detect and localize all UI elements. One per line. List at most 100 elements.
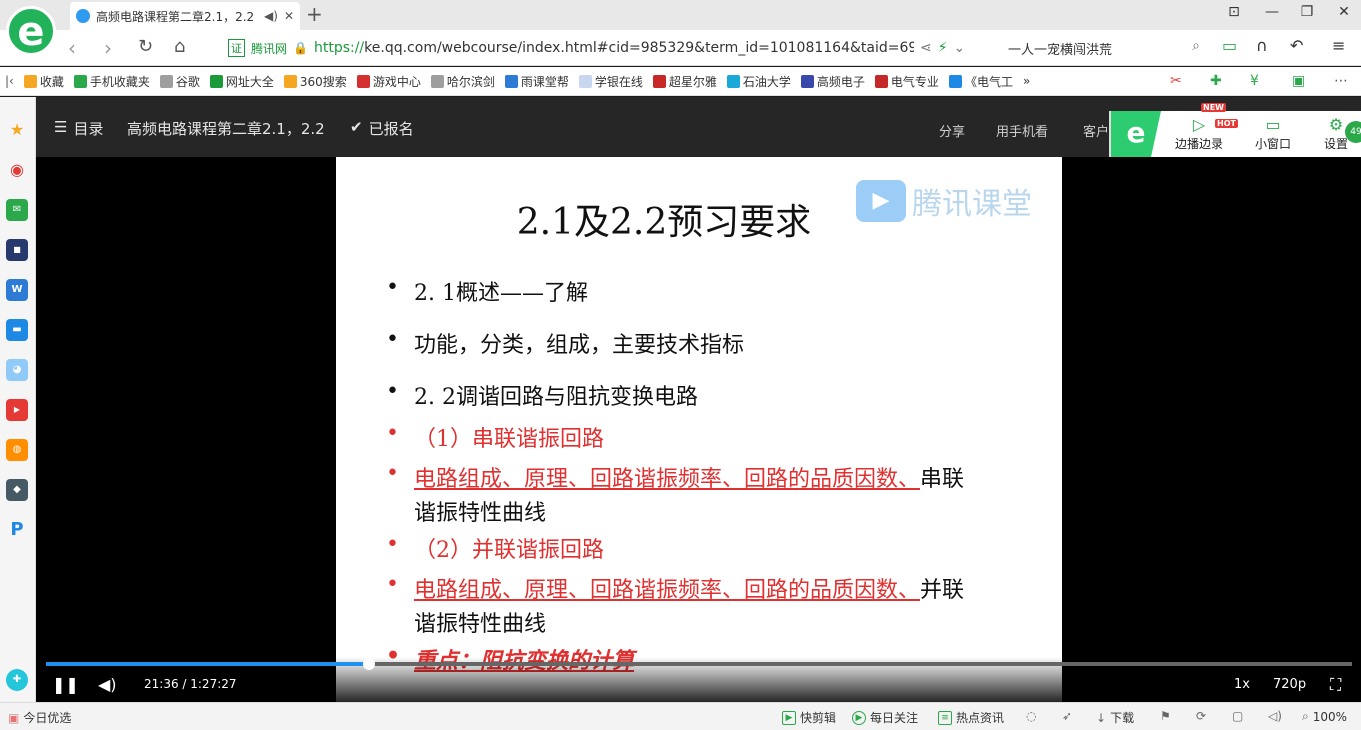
bookmark-label: 学银在线 (594, 74, 643, 89)
tab-close-button[interactable]: ✕ (284, 9, 294, 23)
daily-picks[interactable]: ▣ 今日优选 (8, 709, 71, 726)
share-icon[interactable]: ⋖ (920, 40, 932, 56)
mail-icon[interactable]: ✉ (6, 199, 28, 221)
back-icon[interactable]: ‹ (68, 36, 76, 60)
browser-logo-icon[interactable]: e (6, 6, 56, 56)
chat-icon[interactable]: ▬ (6, 319, 28, 341)
refresh-icon[interactable]: ⟳ (1196, 709, 1206, 723)
flag-icon[interactable]: ⚑ (1160, 709, 1171, 723)
reload-icon[interactable]: ↻ (138, 36, 153, 57)
mobile-watch-link[interactable]: 用手机看 (996, 121, 1048, 140)
address-bar: ‹ › ↻ ⌂ 证 腾讯网 🔒 https://ke.qq.com/webcou… (0, 30, 1361, 66)
bookmark-label: 石油大学 (742, 74, 791, 89)
zoom-control[interactable]: ⌕ 100% (1302, 709, 1347, 724)
pin-icon[interactable]: ⊡ (1224, 4, 1244, 20)
document-icon[interactable]: W (6, 279, 28, 301)
hot-news-button[interactable]: ≡ 热点资讯 (938, 709, 1004, 726)
course-title: 高频电路课程第二章2.1，2.2 (127, 120, 325, 138)
close-window-button[interactable]: ✕ (1334, 4, 1354, 20)
lightning-icon[interactable]: ⚡ (938, 40, 948, 56)
global-web-icon[interactable]: ■ (6, 239, 28, 261)
bookmark-item[interactable]: 游戏中心 (352, 73, 426, 90)
cert-badge: 证 (228, 39, 245, 57)
catalog-button[interactable]: ☰ 目录 (54, 118, 103, 139)
volume-icon[interactable]: ◀) (98, 675, 117, 694)
battery-icon[interactable]: ▭ (1222, 36, 1237, 55)
bookmark-item[interactable]: 网址大全 (205, 73, 279, 90)
bookmark-item[interactable]: 收藏 (19, 73, 69, 90)
minimize-button[interactable]: — (1262, 4, 1282, 20)
bookmark-item[interactable]: 手机收藏夹 (69, 73, 155, 90)
game-avatar-icon[interactable]: ◕ (6, 359, 28, 381)
bookmark-item[interactable]: 雨课堂帮 (500, 73, 574, 90)
progress-handle[interactable] (363, 658, 375, 670)
bookmarks-collapse-icon[interactable]: |‹ (0, 74, 19, 88)
window-icon[interactable]: ▢ (1232, 709, 1243, 723)
fullscreen-icon[interactable]: ⛶ (1330, 675, 1341, 695)
home-icon[interactable]: ⌂ (174, 36, 185, 57)
forward-icon[interactable]: › (104, 36, 112, 60)
game-icon[interactable]: ◍ (6, 439, 28, 461)
bookmark-item[interactable]: 电气专业 (870, 73, 944, 90)
browser-tab[interactable]: 高频电路课程第二章2.1，2.2 ◀) ✕ (70, 2, 300, 30)
daily-follow-icon: ▶ (852, 710, 866, 725)
new-badge: NEW (1201, 103, 1226, 112)
scissors-icon[interactable]: ✂ (1170, 73, 1182, 89)
bookmark-icon (283, 74, 297, 88)
chevron-down-icon[interactable]: ⌄ (954, 40, 966, 56)
extension-icon[interactable]: ✚ (1210, 73, 1222, 89)
add-app-icon[interactable]: ✚ (6, 669, 28, 691)
client-link[interactable]: 客户 (1083, 121, 1109, 140)
bookmarks-more-button[interactable]: » (1018, 74, 1035, 88)
restore-button[interactable]: ❐ (1297, 4, 1317, 20)
bookmark-item[interactable]: 超星尔雅 (648, 73, 722, 90)
undo-icon[interactable]: ↶ (1290, 36, 1303, 55)
favorites-icon[interactable]: ★ (6, 119, 28, 141)
speaker-icon[interactable]: ◀) (264, 9, 278, 23)
mini-window-button[interactable]: ▭ 小窗口 (1251, 115, 1295, 152)
new-tab-button[interactable]: + (306, 2, 323, 26)
counter-badge: 49 (1345, 121, 1361, 143)
more-icon[interactable]: ⋯ (1334, 73, 1348, 89)
bookmark-item[interactable]: 谷歌 (155, 73, 205, 90)
bookmark-item[interactable]: 高频电子 (796, 73, 870, 90)
bookmark-item[interactable]: 《电气工 (944, 73, 1018, 90)
bookmark-label: 收藏 (39, 74, 64, 89)
record-while-playing-button[interactable]: ▷ 边播边录 HOT NEW (1171, 103, 1238, 152)
search-icon[interactable]: ⌕ (1192, 38, 1200, 54)
bookmark-label: 雨课堂帮 (520, 74, 569, 89)
sound-icon[interactable]: ◁) (1268, 709, 1282, 723)
gamepad-icon[interactable]: ▣ (1292, 73, 1305, 89)
coin-icon[interactable]: ¥ (1250, 73, 1259, 89)
bookmark-item[interactable]: 学银在线 (574, 73, 648, 90)
url-field[interactable]: 证 腾讯网 🔒 https://ke.qq.com/webcourse/inde… (228, 35, 998, 61)
url-text: https://ke.qq.com/webcourse/index.html#c… (313, 40, 914, 56)
rocket-icon[interactable]: ➶ (1062, 709, 1072, 723)
bookmark-item[interactable]: 哈尔滨剑 (426, 73, 500, 90)
menu-icon[interactable]: ≡ (1332, 36, 1345, 55)
hot-badge: HOT (1215, 119, 1238, 128)
share-link[interactable]: 分享 (939, 121, 965, 140)
speed-up-icon[interactable]: ◌ (1026, 709, 1036, 723)
search-input[interactable]: 一人一宠横闯洪荒 ⌕ (1008, 36, 1204, 60)
search-value: 一人一宠横闯洪荒 (1008, 42, 1113, 58)
watermark: ▶ 腾讯课堂 (856, 179, 1032, 223)
speed-button[interactable]: 1x (1234, 677, 1250, 692)
quality-button[interactable]: 720p (1273, 677, 1306, 692)
video-app-icon[interactable]: ▶ (6, 399, 28, 421)
weibo-icon[interactable]: ◉ (6, 159, 28, 181)
bookmark-item[interactable]: 360搜索 (279, 73, 352, 90)
headphones-icon[interactable]: ∩ (1256, 36, 1268, 55)
video-player[interactable]: 2.1及2.2预习要求 ▶ 腾讯课堂 • 2. 1概述——了解 • 功能，分类，组成… (36, 157, 1361, 702)
p-app-icon[interactable]: P (6, 519, 28, 541)
bookmark-icon (356, 74, 370, 88)
bookmark-item[interactable]: 石油大学 (722, 73, 796, 90)
download-button[interactable]: ↓ 下载 (1096, 709, 1134, 726)
bookmark-label: 超星尔雅 (668, 74, 717, 89)
quick-edit-button[interactable]: ▶ 快剪辑 (782, 709, 836, 726)
progress-bar[interactable] (46, 658, 1352, 670)
strategy-game-icon[interactable]: ◆ (6, 479, 28, 501)
pause-button[interactable]: ❚❚ (52, 675, 79, 694)
settings-label: 设置 (1323, 137, 1348, 151)
daily-follow-button[interactable]: ▶ 每日关注 (852, 709, 918, 726)
